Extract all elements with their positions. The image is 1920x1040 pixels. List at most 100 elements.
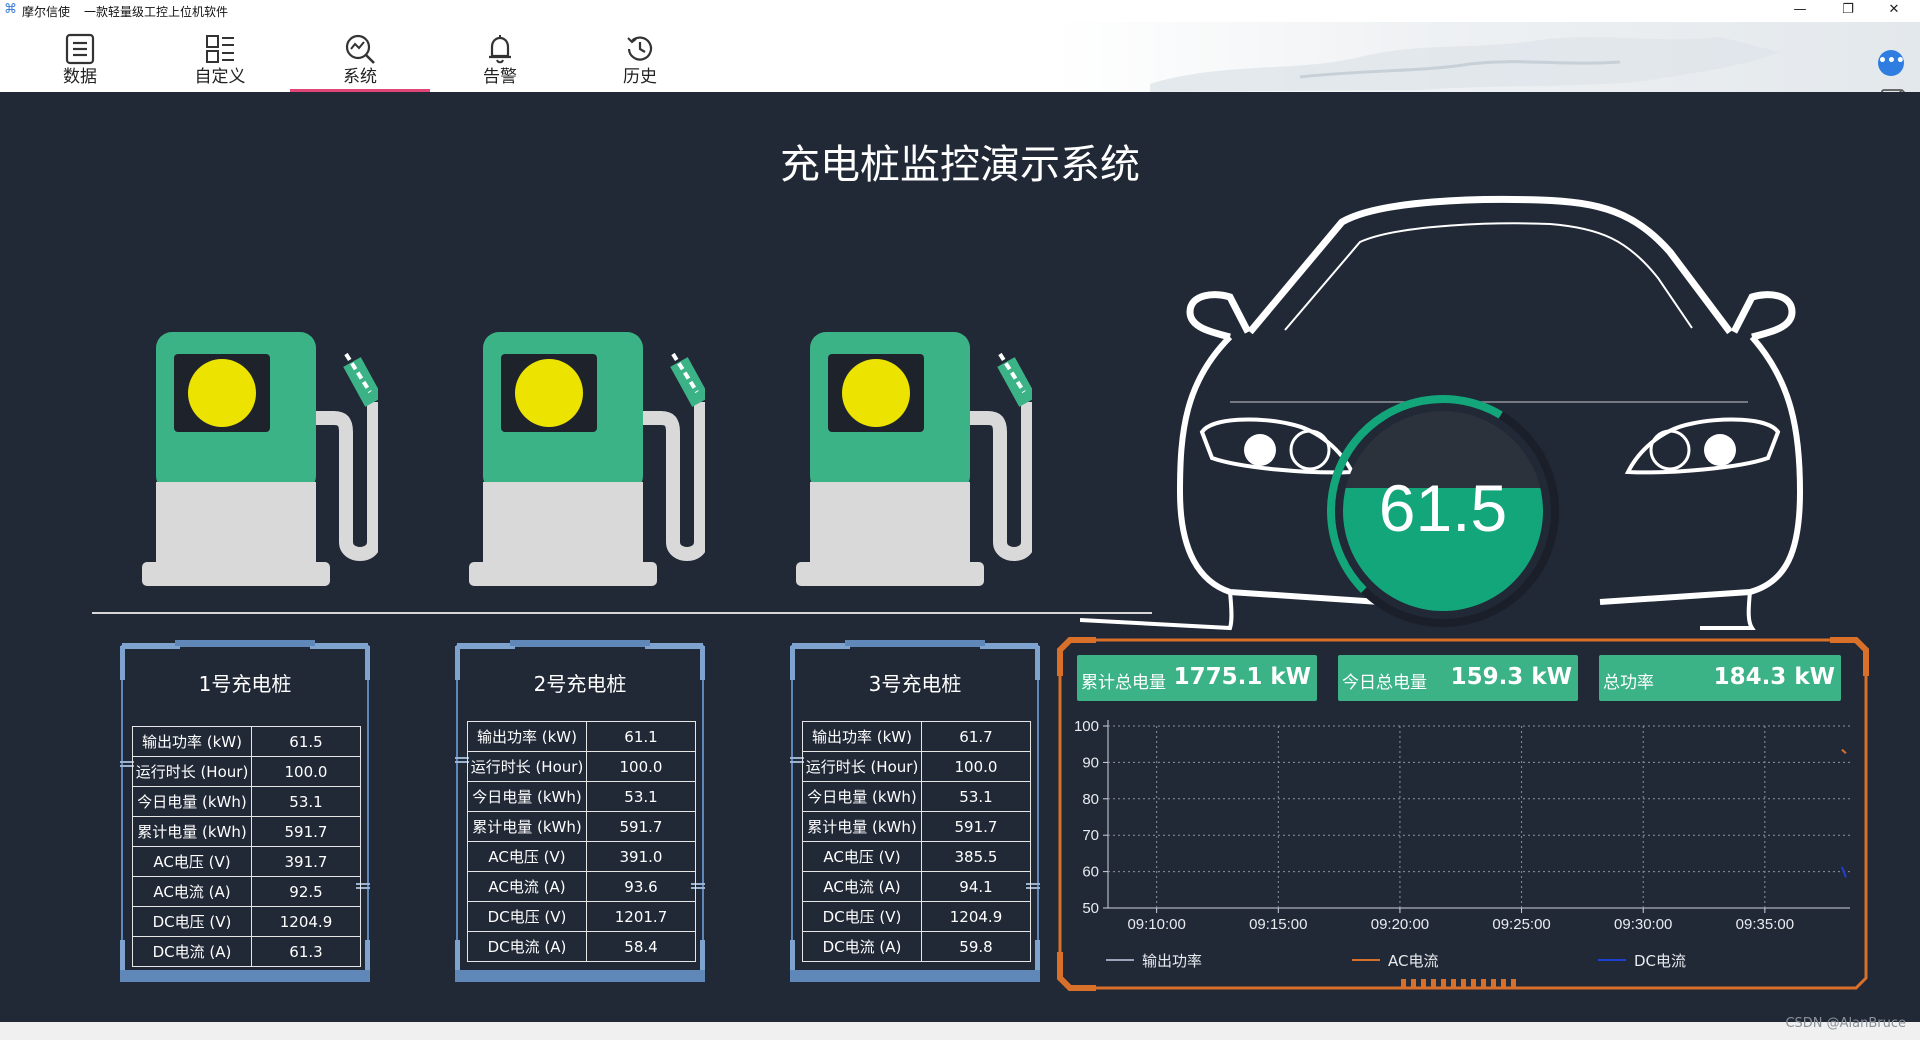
row-value: 61.3 (251, 936, 361, 967)
table-row: 运行时长 (Hour) 100.0 (467, 751, 696, 782)
series-line-3 (1840, 866, 1847, 878)
table-row: 运行时长 (Hour) 100.0 (132, 756, 361, 787)
stat-value: 1775.1 kW (1173, 664, 1311, 690)
table-row: DC电压 (V) 1201.7 (467, 901, 696, 932)
row-value: 385.5 (921, 841, 1031, 872)
row-value: 59.8 (921, 931, 1031, 962)
table-row: DC电压 (V) 1204.9 (802, 901, 1031, 932)
row-label: 累计电量 (kWh) (802, 811, 922, 842)
station-panel-1: 1号充电桩 输出功率 (kW) 61.5 运行时长 (Hour) 100.0 今日电… (120, 640, 370, 982)
toolbar-label: 数据 (63, 67, 97, 87)
layout-grid-icon (206, 35, 234, 63)
status-bar (0, 1022, 1920, 1040)
x-tick-label: 09:25:00 (1492, 916, 1550, 933)
title-bar: ⌘ 摩尔信使 一款轻量级工控上位机软件 — ❐ ✕ (0, 0, 1920, 22)
y-tick-label: 70 (1082, 827, 1099, 844)
station-panel-3: 3号充电桩 输出功率 (kW) 61.7 运行时长 (Hour) 100.0 今日电… (790, 640, 1040, 982)
table-row: 累计电量 (kWh) 591.7 (132, 816, 361, 847)
station-table: 输出功率 (kW) 61.7 运行时长 (Hour) 100.0 今日电量 (kWh… (802, 721, 1031, 962)
page-title: 充电桩监控演示系统 (780, 142, 1140, 188)
row-value: 391.7 (251, 846, 361, 877)
row-value: 53.1 (251, 786, 361, 817)
row-label: DC电压 (V) (802, 901, 922, 932)
row-label: 累计电量 (kWh) (467, 811, 587, 842)
row-value: 591.7 (921, 811, 1031, 842)
toolbar-item-alarm[interactable]: 告警 (430, 32, 570, 92)
table-row: 今日电量 (kWh) 53.1 (802, 781, 1031, 812)
row-label: 累计电量 (kWh) (132, 816, 252, 847)
station-title: 3号充电桩 (868, 672, 962, 696)
row-value: 61.5 (251, 726, 361, 757)
toolbar-item-custom[interactable]: 自定义 (150, 32, 290, 92)
row-label: 运行时长 (Hour) (467, 751, 587, 782)
table-row: DC电流 (A) 59.8 (802, 931, 1031, 962)
row-label: 运行时长 (Hour) (132, 756, 252, 787)
table-row: 累计电量 (kWh) 591.7 (467, 811, 696, 842)
stat-label: 总功率 (1603, 673, 1654, 693)
legend-label: DC电流 (1634, 952, 1686, 970)
table-row: AC电流 (A) 93.6 (467, 871, 696, 902)
row-value: 100.0 (586, 751, 696, 782)
row-label: AC电流 (A) (467, 871, 587, 902)
row-value: 391.0 (586, 841, 696, 872)
restore-button[interactable]: ❐ (1826, 0, 1870, 22)
station-table: 输出功率 (kW) 61.5 运行时长 (Hour) 100.0 今日电量 (kWh… (132, 726, 361, 967)
table-row: AC电压 (V) 385.5 (802, 841, 1031, 872)
chat-button[interactable]: ••• (1878, 50, 1905, 76)
y-tick-label: 50 (1082, 900, 1099, 917)
stat-total-energy: 累计总电量 1775.1 kW (1077, 655, 1317, 701)
minimize-button[interactable]: — (1778, 0, 1822, 22)
table-row: 今日电量 (kWh) 53.1 (467, 781, 696, 812)
row-value: 53.1 (921, 781, 1031, 812)
row-value: 93.6 (586, 871, 696, 902)
stat-total-power: 总功率 184.3 kW (1599, 655, 1841, 701)
row-label: 输出功率 (kW) (132, 726, 252, 757)
row-value: 61.7 (921, 721, 1031, 752)
station-title: 2号充电桩 (533, 672, 627, 696)
row-value: 1204.9 (921, 901, 1031, 932)
app-logo-icon: ⌘ (4, 2, 17, 17)
y-tick-label: 80 (1082, 791, 1099, 808)
station-table: 输出功率 (kW) 61.1 运行时长 (Hour) 100.0 今日电量 (kWh… (467, 721, 696, 962)
toolbar-label: 历史 (623, 67, 657, 87)
row-label: DC电压 (V) (467, 901, 587, 932)
row-label: DC电压 (V) (132, 906, 252, 937)
stat-value: 184.3 kW (1713, 664, 1835, 690)
history-icon (627, 36, 653, 61)
table-row: 输出功率 (kW) 61.7 (802, 721, 1031, 752)
stat-label: 今日总电量 (1342, 673, 1427, 693)
row-label: DC电流 (A) (132, 936, 252, 967)
row-value: 61.1 (586, 721, 696, 752)
row-label: AC电压 (V) (132, 846, 252, 877)
toolbar-item-system[interactable]: 系统 (290, 32, 430, 92)
table-row: AC电流 (A) 92.5 (132, 876, 361, 907)
y-tick-label: 90 (1082, 754, 1099, 771)
row-value: 1201.7 (586, 901, 696, 932)
legend-label: 输出功率 (1142, 952, 1202, 970)
x-tick-label: 09:15:00 (1249, 916, 1307, 933)
row-label: AC电压 (V) (802, 841, 922, 872)
table-row: 输出功率 (kW) 61.5 (132, 726, 361, 757)
stat-today-energy: 今日总电量 159.3 kW (1338, 655, 1578, 701)
row-label: 今日电量 (kWh) (802, 781, 922, 812)
toolbar-label: 自定义 (194, 67, 246, 87)
row-label: AC电压 (V) (467, 841, 587, 872)
toolbar-item-history[interactable]: 历史 (570, 32, 710, 92)
bell-icon (489, 35, 511, 64)
row-label: DC电流 (A) (467, 931, 587, 962)
x-tick-label: 09:20:00 (1371, 916, 1429, 933)
close-button[interactable]: ✕ (1872, 0, 1916, 22)
stat-label: 累计总电量 (1081, 673, 1166, 693)
x-tick-label: 09:10:00 (1127, 916, 1185, 933)
row-value: 94.1 (921, 871, 1031, 902)
y-tick-label: 100 (1074, 718, 1099, 735)
analytics-icon (345, 34, 375, 64)
toolbar-item-data[interactable]: 数据 (10, 32, 150, 92)
table-row: DC电压 (V) 1204.9 (132, 906, 361, 937)
stat-value: 159.3 kW (1450, 664, 1572, 690)
row-value: 53.1 (586, 781, 696, 812)
table-row: AC电压 (V) 391.0 (467, 841, 696, 872)
table-row: 输出功率 (kW) 61.1 (467, 721, 696, 752)
row-label: AC电流 (A) (132, 876, 252, 907)
toolbar-label: 系统 (343, 67, 377, 87)
